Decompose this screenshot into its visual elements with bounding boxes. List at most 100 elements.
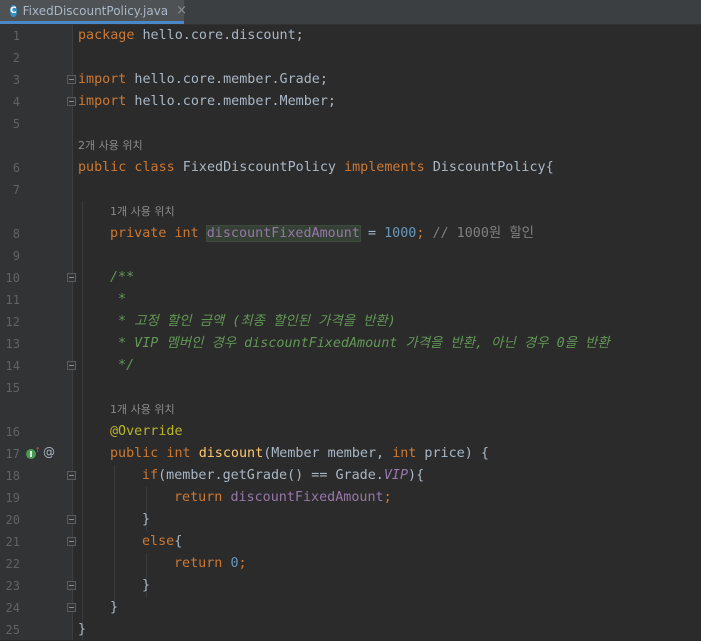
tab-fixed-discount-policy[interactable]: C FixedDiscountPolicy.java × [0,0,187,24]
code-text: ; [383,490,392,505]
line-number: 11 [5,293,20,307]
line-number: 6 [12,161,20,175]
fold-marker[interactable] [67,581,76,590]
code-line-1: package hello.core.discount; [78,25,304,47]
indent-guide [114,465,115,612]
line-number: 16 [5,425,20,439]
close-tab-icon[interactable]: × [176,3,187,18]
keyword: return [174,556,223,571]
usage-hint[interactable]: 2개 사용 위치 [78,135,143,157]
code-line-18: if(member.getGrade() == Grade.VIP){ [142,465,424,487]
number-literal: 0 [230,556,239,571]
fold-marker[interactable] [67,603,76,612]
enum-constant: VIP [383,468,409,483]
line-number: 18 [5,469,20,483]
keyword: else [142,534,175,549]
indent-guide [82,201,83,640]
keyword: import [78,94,127,109]
doc-comment: * [110,292,127,307]
code-line-4: import hello.core.member.Member; [78,91,336,113]
keyword: package [78,28,135,43]
code-text: (member.getGrade() == Grade. [158,468,384,483]
code-line-19: return discountFixedAmount; [174,487,392,509]
up-arrow-icon: ↑ [35,445,41,455]
line-comment: // 1000원 할인 [432,226,534,241]
code-text: ; [238,556,247,571]
code-line-8: private int discountFixedAmount = 1000; … [110,223,534,245]
line-number: 12 [5,315,20,329]
fold-marker[interactable] [67,361,76,370]
keyword: import [78,72,127,87]
line-number: 7 [12,183,20,197]
fold-marker[interactable] [67,515,76,524]
line-number: 15 [5,381,20,395]
usage-hint[interactable]: 1개 사용 위치 [110,201,175,223]
code-line-6: public class FixedDiscountPolicy impleme… [78,157,554,179]
class-name: FixedDiscountPolicy [174,160,345,175]
code-text: DiscountPolicy{ [424,160,554,175]
code-line-25: } [78,622,87,637]
keyword: implements [344,160,425,175]
doc-comment: * VIP 멤버인 경우 discountFixedAmount 가격을 반환,… [110,336,610,351]
line-number: 3 [12,73,20,87]
line-number: 5 [12,117,20,131]
doc-comment: * 고정 할인 금액 (최종 할인된 가격을 반환) [110,314,396,329]
code-line-24: } [110,600,119,615]
annotation: @Override [110,424,183,439]
line-number: 24 [5,601,20,615]
fold-marker[interactable] [67,273,76,282]
java-class-icon: C [10,4,17,17]
code-line-3: import hello.core.member.Grade; [78,69,328,91]
override-at-icon[interactable]: @ [43,445,55,459]
tab-title: FixedDiscountPolicy.java [22,3,169,18]
keyword: return [174,490,223,505]
code-text: hello.core.member.Grade; [126,72,328,87]
code-text: ; [416,226,433,241]
code-text: ){ [408,468,425,483]
doc-comment: /** [110,270,135,285]
line-number: 2 [12,51,20,65]
code-line-23: } [142,578,151,593]
code-text: price) { [416,446,489,461]
keyword: public int [110,446,191,461]
code-text: hello.core.member.Member; [126,94,336,109]
line-number: 9 [12,249,20,263]
keyword: public class [78,160,175,175]
fold-marker[interactable] [67,75,76,84]
code-text: hello.core.discount; [134,28,304,43]
line-number: 22 [5,557,20,571]
number-literal: 1000 [384,226,417,241]
code-line-21: else{ [142,531,182,553]
fold-marker[interactable] [67,97,76,106]
line-number: 10 [5,271,20,285]
code-text: = [359,226,385,241]
line-number: 23 [5,579,20,593]
code-text: { [174,534,183,549]
editor-tab-bar: C FixedDiscountPolicy.java × [0,0,701,25]
keyword: int [392,446,417,461]
code-editor[interactable]: 1 2 3 4 5 6 7 8 9 10 11 12 13 14 15 16 1… [0,25,701,640]
fold-marker[interactable] [67,537,76,546]
keyword: if [142,468,159,483]
fold-marker[interactable] [67,471,76,480]
field-name: discountFixedAmount [230,490,384,505]
line-number: 8 [12,227,20,241]
line-number: 25 [5,623,20,637]
code-line-17: public int discount(Member member, int p… [110,443,489,465]
doc-comment: */ [110,358,135,373]
field-name: discountFixedAmount [206,226,360,241]
line-number: 14 [5,359,20,373]
line-number: 17 [5,447,20,461]
method-name: discount [198,446,264,461]
line-number: 20 [5,513,20,527]
code-text: (Member member, [263,446,393,461]
line-number: 21 [5,535,20,549]
line-number: 19 [5,491,20,505]
line-number: 1 [12,29,20,43]
keyword: private int [110,226,199,241]
line-number: 13 [5,337,20,351]
code-line-22: return 0; [174,553,247,575]
usage-hint[interactable]: 1개 사용 위치 [110,399,175,421]
